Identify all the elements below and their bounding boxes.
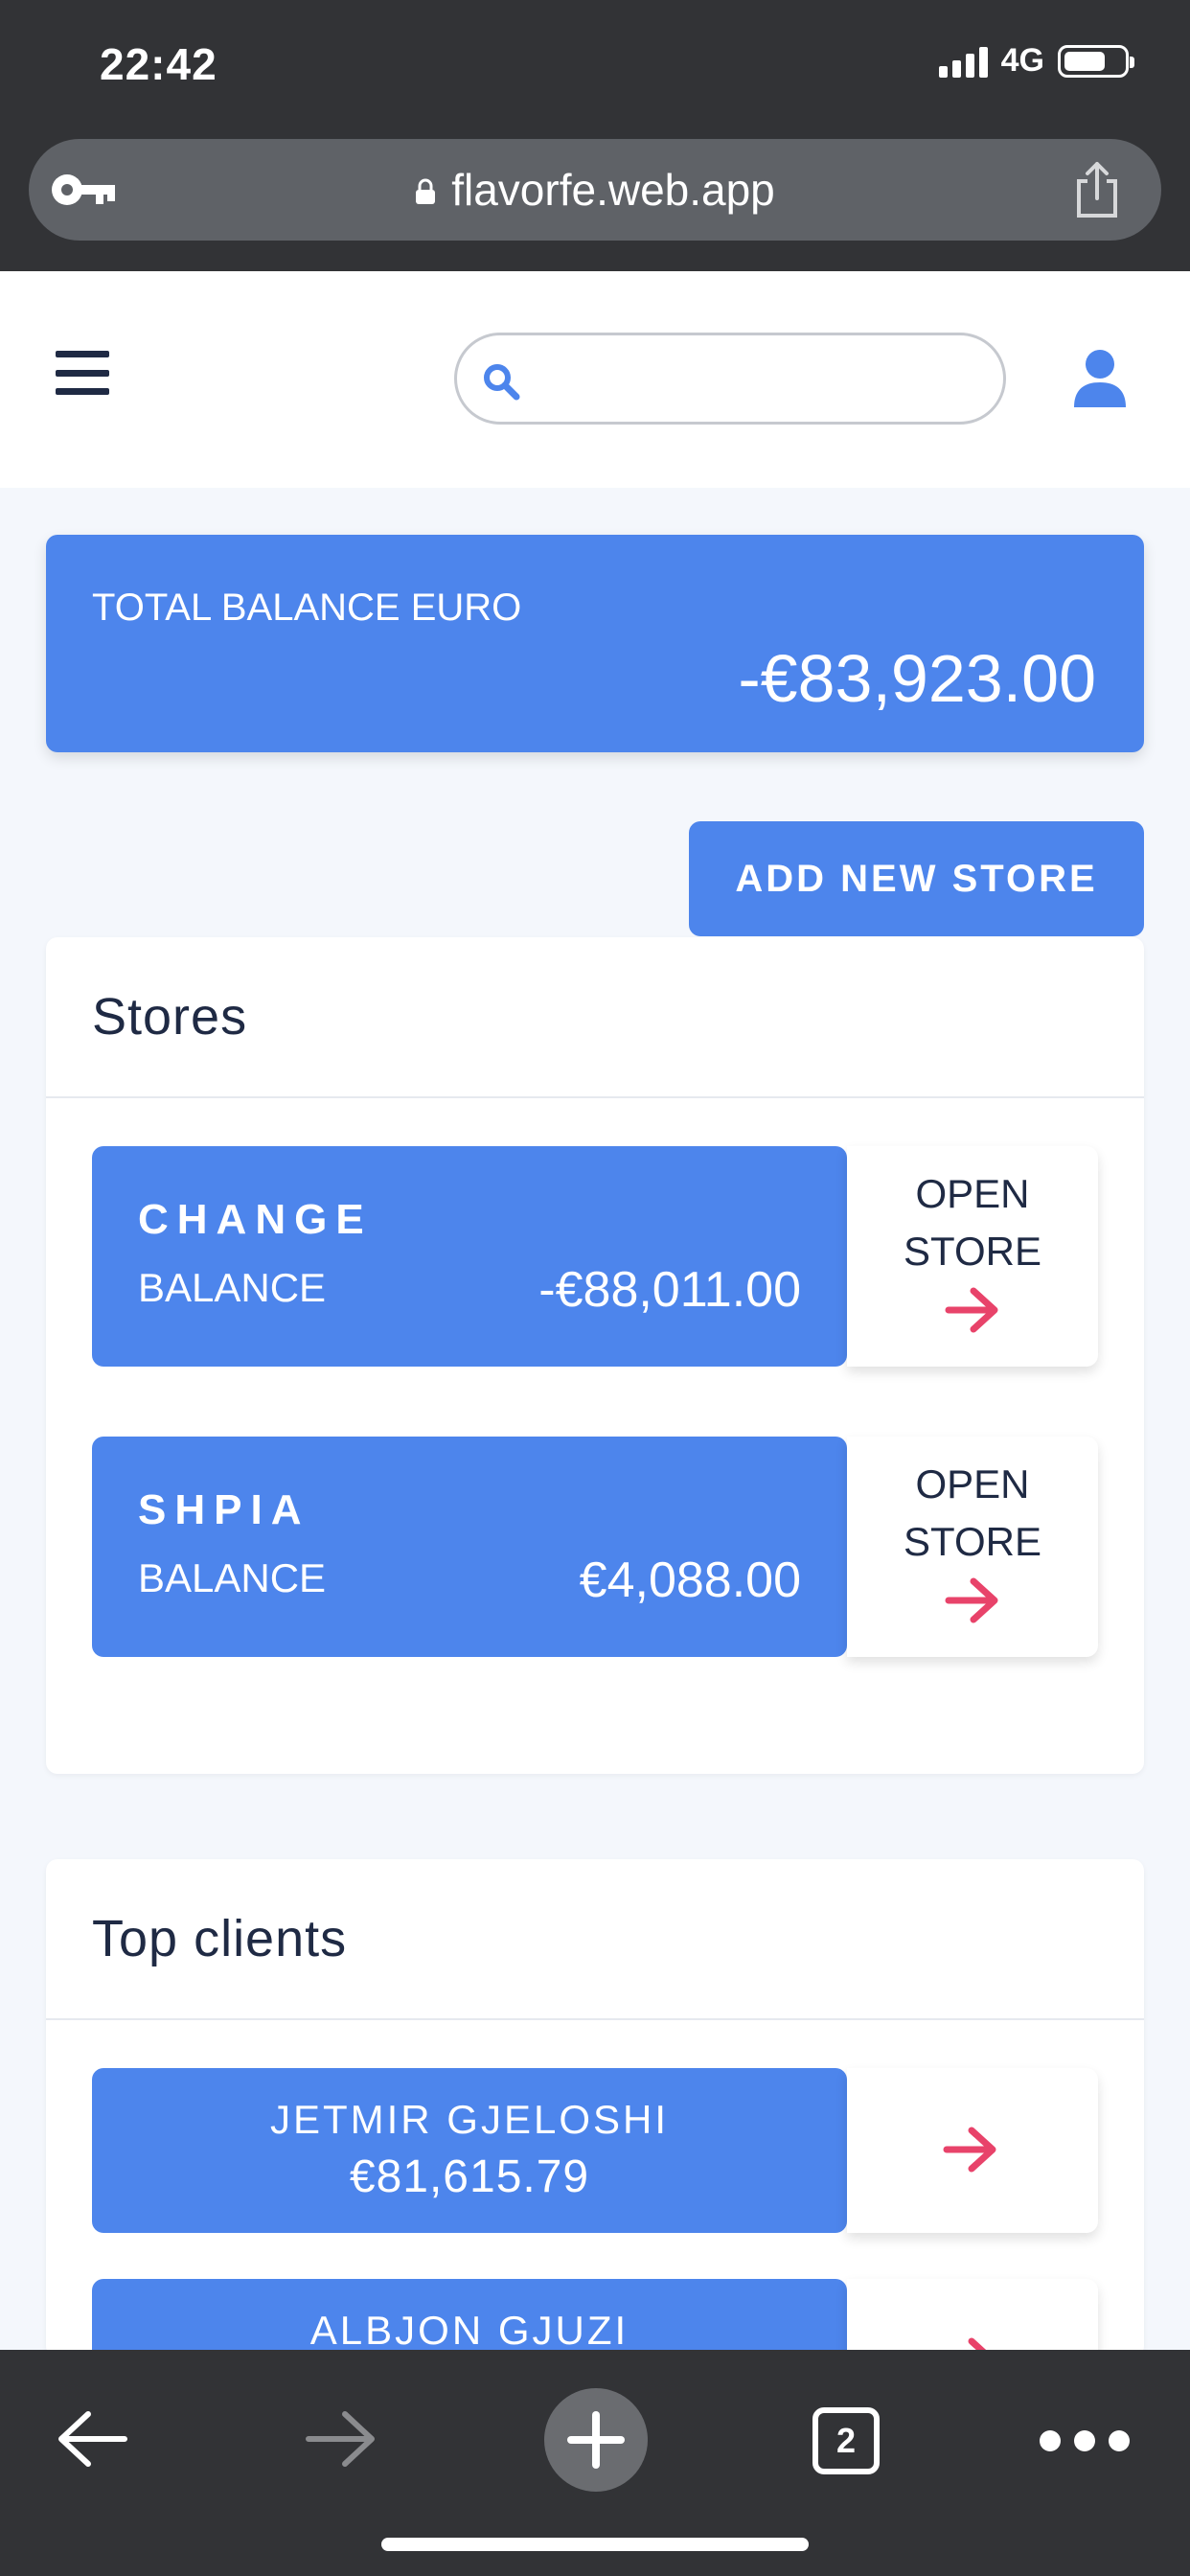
arrow-right-icon xyxy=(943,2127,996,2173)
arrow-right-icon xyxy=(945,1287,998,1333)
home-indicator xyxy=(381,2538,809,2551)
user-icon[interactable] xyxy=(1072,348,1128,409)
browser-toolbar: 2 xyxy=(0,2350,1190,2576)
store-item: SHPIA BALANCE €4,088.00 OPEN STORE xyxy=(92,1437,1098,1657)
new-tab-icon[interactable] xyxy=(544,2388,648,2492)
total-balance-value: -€83,923.00 xyxy=(738,641,1096,716)
client-name: ALBJON GJUZI xyxy=(309,2308,629,2353)
tabs-icon[interactable]: 2 xyxy=(812,2407,880,2474)
total-balance-card: TOTAL BALANCE EURO -€83,923.00 xyxy=(46,535,1144,752)
client-name: JETMIR GJELOSHI xyxy=(269,2097,670,2142)
url-bar[interactable]: flavorfe.web.app xyxy=(29,139,1161,241)
url-text[interactable]: flavorfe.web.app xyxy=(451,164,775,216)
lock-icon xyxy=(416,178,436,204)
back-icon[interactable] xyxy=(56,2409,128,2469)
store-balance-value: -€88,011.00 xyxy=(538,1262,801,1318)
browser-top-bar: 22:42 4G flavorfe.web.app xyxy=(0,0,1190,271)
open-store-label: OPEN STORE xyxy=(904,1171,1041,1274)
store-balance-label: BALANCE xyxy=(138,1265,327,1310)
open-client-button[interactable] xyxy=(847,2279,1098,2358)
client-card: JETMIR GJELOSHI €81,615.79 xyxy=(92,2068,847,2233)
total-balance-label: TOTAL BALANCE EURO xyxy=(92,586,522,629)
app-header xyxy=(0,271,1190,488)
signal-icon xyxy=(938,45,988,78)
search-bar[interactable] xyxy=(454,333,1006,425)
open-store-button[interactable]: OPEN STORE xyxy=(847,1146,1098,1367)
open-store-button[interactable]: OPEN STORE xyxy=(847,1437,1098,1657)
share-icon[interactable] xyxy=(1071,160,1123,219)
status-time: 22:42 xyxy=(100,39,217,89)
more-icon[interactable] xyxy=(1040,2430,1130,2451)
status-icons: 4G xyxy=(938,42,1134,80)
client-item[interactable]: JETMIR GJELOSHI €81,615.79 xyxy=(92,2068,1098,2233)
store-balance-value: €4,088.00 xyxy=(579,1552,801,1608)
store-name: CHANGE xyxy=(138,1196,373,1243)
store-card: SHPIA BALANCE €4,088.00 xyxy=(92,1437,847,1657)
add-new-store-button[interactable]: ADD NEW STORE xyxy=(689,821,1144,936)
stores-section: Stores CHANGE BALANCE -€88,011.00 OPEN S… xyxy=(46,937,1144,1774)
client-amount: €81,615.79 xyxy=(349,2151,590,2202)
forward-icon[interactable] xyxy=(305,2409,378,2469)
store-balance-label: BALANCE xyxy=(138,1555,327,1600)
top-clients-section: Top clients JETMIR GJELOSHI €81,615.79 A… xyxy=(46,1859,1144,2358)
battery-icon xyxy=(1058,44,1134,78)
open-store-label: OPEN STORE xyxy=(904,1461,1041,1564)
store-name: SHPIA xyxy=(138,1486,310,1533)
client-card: ALBJON GJUZI xyxy=(92,2279,847,2358)
open-client-button[interactable] xyxy=(847,2068,1098,2233)
menu-icon[interactable] xyxy=(56,351,109,395)
store-item: CHANGE BALANCE -€88,011.00 OPEN STORE xyxy=(92,1146,1098,1367)
store-card: CHANGE BALANCE -€88,011.00 xyxy=(92,1146,847,1367)
search-input[interactable] xyxy=(534,349,974,410)
stores-title: Stores xyxy=(46,937,1144,1098)
network-type: 4G xyxy=(1000,42,1044,79)
top-clients-title: Top clients xyxy=(46,1859,1144,2020)
client-item[interactable]: ALBJON GJUZI xyxy=(92,2279,1098,2358)
arrow-right-icon xyxy=(945,1577,998,1623)
search-icon xyxy=(484,364,520,401)
